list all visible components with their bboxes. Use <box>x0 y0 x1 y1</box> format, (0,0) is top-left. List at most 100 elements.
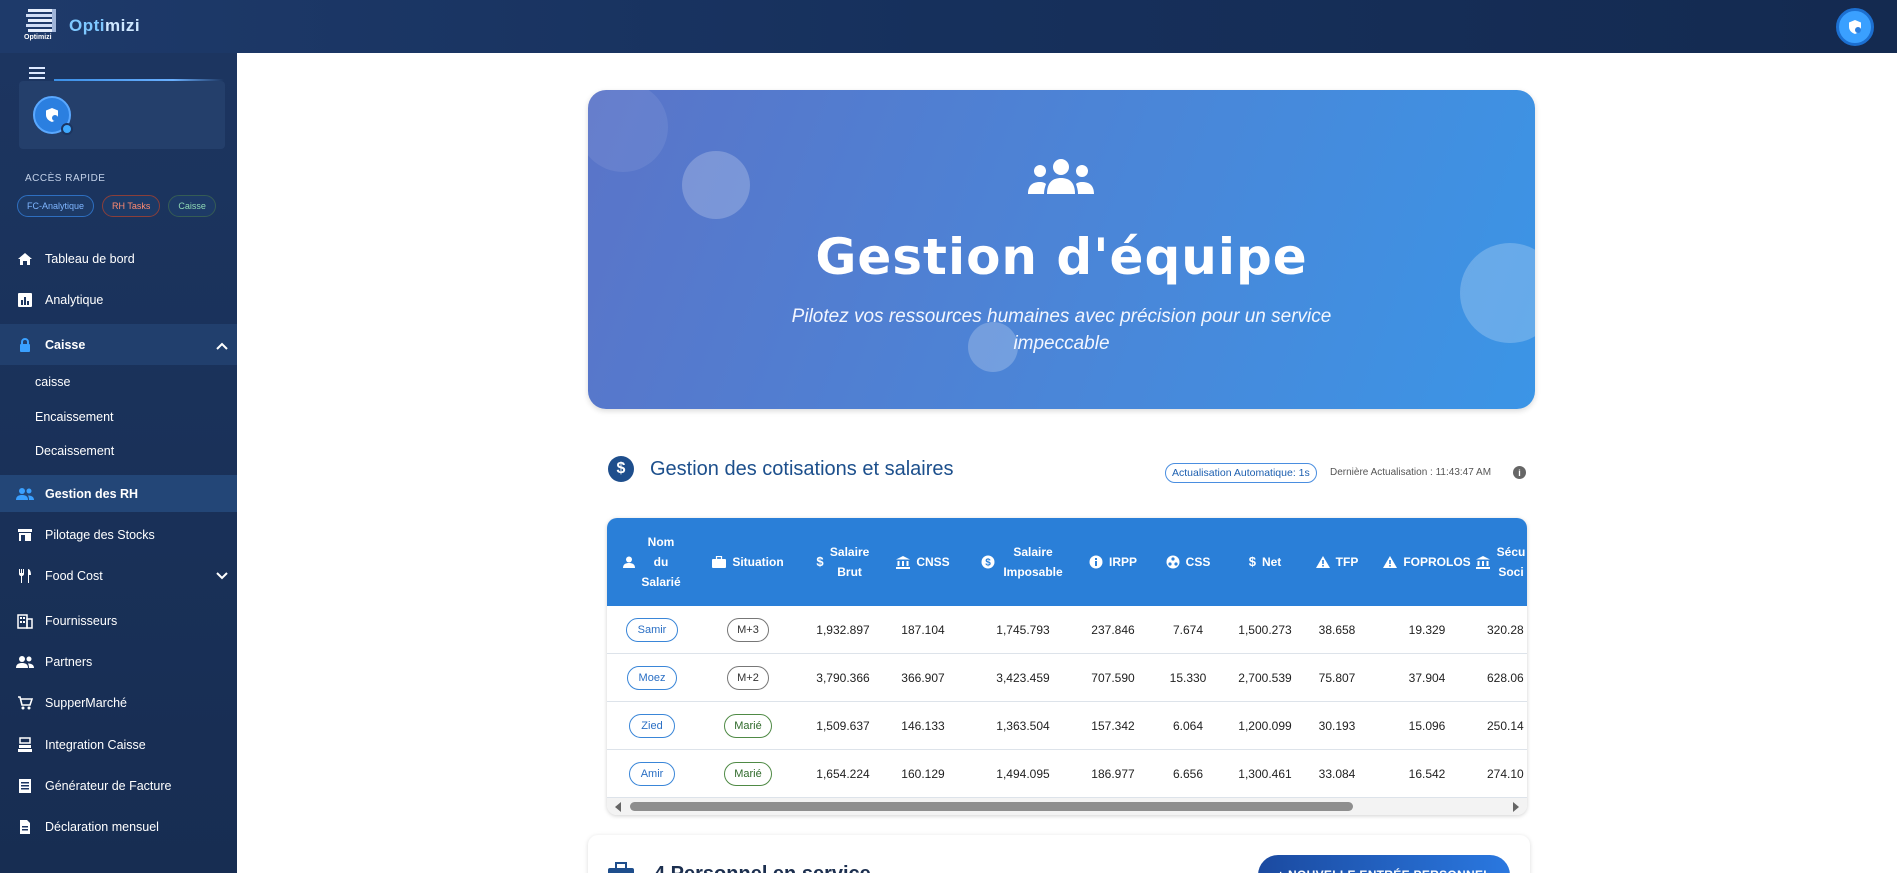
sidebar-item-fournisseurs[interactable]: Fournisseurs <box>0 604 237 638</box>
analytics-icon <box>16 291 34 309</box>
auto-refresh-badge[interactable]: Actualisation Automatique: 1s <box>1165 463 1317 483</box>
scroll-right-icon[interactable] <box>1513 802 1519 812</box>
sidebar-item-label: Gestion des RH <box>45 486 139 501</box>
sidebar-subitem-encaissement[interactable]: Encaissement <box>35 410 114 424</box>
col-header-salaire-brut[interactable]: $ Salaire Brut <box>803 518 883 606</box>
cell-cnss: 366.907 <box>901 671 945 685</box>
situation-pill: M+2 <box>727 666 769 690</box>
sidebar: ACCÈS RAPIDE FC-Analytique RH Tasks Cais… <box>0 53 237 873</box>
cell-imposable: 1,745.793 <box>996 623 1050 637</box>
person-icon <box>623 556 635 568</box>
sidebar-item-partners[interactable]: Partners <box>0 645 237 679</box>
col-header-label: CNSS <box>916 555 950 569</box>
sidebar-item-tableau-de-bord[interactable]: Tableau de bord <box>0 242 237 276</box>
sidebar-item-food-cost[interactable]: Food Cost <box>0 559 237 593</box>
employee-name-pill[interactable]: Zied <box>629 714 675 738</box>
sidebar-item-caisse[interactable]: Caisse <box>0 324 237 365</box>
chevron-down-icon[interactable] <box>216 569 228 583</box>
info-icon[interactable]: i <box>1513 466 1526 479</box>
svg-text:$: $ <box>985 558 991 569</box>
chevron-up-icon[interactable] <box>216 339 228 353</box>
cell-brut: 1,654.224 <box>816 767 870 781</box>
cell-secu: 320.28 <box>1487 623 1524 637</box>
col-header-label: TFP <box>1335 555 1359 569</box>
chip-fc-analytique[interactable]: FC-Analytique <box>17 195 95 217</box>
coin-icon: $ <box>981 555 995 569</box>
document-icon <box>16 818 34 836</box>
chip-caisse[interactable]: Caisse <box>168 195 216 217</box>
decor-bubble <box>682 151 750 219</box>
col-header-tfp[interactable]: TFP <box>1297 518 1377 606</box>
add-personnel-button[interactable]: + NOUVELLE ENTRÉE PERSONNEL <box>1258 855 1510 873</box>
sidebar-item-label: Tableau de bord <box>45 252 135 266</box>
page-title: Gestion d'équipe <box>815 228 1308 286</box>
table-row[interactable]: Amir Marié 1,654.224 160.129 1,494.095 1… <box>607 750 1527 798</box>
brand-part-2: mizi <box>105 16 141 35</box>
status-dot <box>61 123 73 135</box>
col-header-salaire-imposable[interactable]: $ Salaire Imposable <box>968 518 1078 606</box>
cell-net: 2,700.539 <box>1238 671 1292 685</box>
sidebar-item-label: Déclaration mensuel <box>45 820 159 834</box>
cart-icon <box>16 694 34 712</box>
table-row[interactable]: Samir M+3 1,932.897 187.104 1,745.793 23… <box>607 606 1527 654</box>
cell-foprolos: 19.329 <box>1408 623 1446 637</box>
scroll-left-icon[interactable] <box>615 802 621 812</box>
cell-irpp: 237.846 <box>1091 623 1135 637</box>
col-header-label: IRPP <box>1108 555 1137 569</box>
menu-icon[interactable] <box>29 67 45 79</box>
dollar-icon: $ <box>608 456 634 482</box>
sidebar-item-integration-caisse[interactable]: Integration Caisse <box>0 728 237 762</box>
cell-net: 1,200.099 <box>1238 719 1292 733</box>
cell-net: 1,500.273 <box>1238 623 1292 637</box>
col-header-label: Sécu Soci <box>1496 545 1526 579</box>
cell-foprolos: 37.904 <box>1408 671 1446 685</box>
sidebar-item-label: Fournisseurs <box>45 614 118 628</box>
sidebar-item-label: Analytique <box>45 293 104 307</box>
table-row[interactable]: Moez M+2 3,790.366 366.907 3,423.459 707… <box>607 654 1527 702</box>
col-header-cnss[interactable]: CNSS <box>888 518 958 606</box>
briefcase-icon <box>712 556 727 568</box>
cell-foprolos: 16.542 <box>1408 767 1446 781</box>
horizontal-scrollbar[interactable] <box>607 798 1527 815</box>
brand-name[interactable]: Optimizi <box>69 16 140 36</box>
section-title: Gestion des cotisations et salaires <box>650 458 954 480</box>
sidebar-item-declaration-mensuel[interactable]: Déclaration mensuel <box>0 810 237 844</box>
col-header-label: CSS <box>1185 555 1211 569</box>
sidebar-item-pilotage-stocks[interactable]: Pilotage des Stocks <box>0 518 237 552</box>
col-header-foprolos[interactable]: FOPROLOS <box>1367 518 1487 606</box>
page-subtitle: Pilotez vos ressources humaines avec pré… <box>791 306 1332 354</box>
cell-tfp: 75.807 <box>1318 671 1356 685</box>
sidebar-subitem-caisse[interactable]: caisse <box>35 375 70 389</box>
sidebar-item-gestion-rh[interactable]: Gestion des RH <box>0 475 237 512</box>
sidebar-item-label: Partners <box>45 655 93 669</box>
chip-rh-tasks[interactable]: RH Tasks <box>102 195 161 217</box>
quick-access-title: ACCÈS RAPIDE <box>25 173 106 184</box>
col-header-label: Salaire Brut <box>829 545 870 579</box>
sidebar-item-analytique[interactable]: Analytique <box>0 283 237 317</box>
cell-imposable: 3,423.459 <box>996 671 1050 685</box>
people-icon <box>16 653 34 671</box>
employee-name-pill[interactable]: Moez <box>626 666 678 690</box>
cell-irpp: 707.590 <box>1091 671 1135 685</box>
sidebar-item-label: Caisse <box>45 337 86 352</box>
table-row[interactable]: Zied Marié 1,509.637 146.133 1,363.504 1… <box>607 702 1527 750</box>
scrollbar-thumb[interactable] <box>630 802 1353 811</box>
cell-net: 1,300.461 <box>1238 767 1292 781</box>
cell-css: 15.330 <box>1169 671 1207 685</box>
network-icon <box>1166 555 1180 569</box>
user-avatar[interactable] <box>1836 8 1874 46</box>
employee-name-pill[interactable]: Amir <box>628 762 676 786</box>
col-header-net[interactable]: $ Net <box>1225 518 1305 606</box>
sidebar-item-generateur-facture[interactable]: Générateur de Facture <box>0 769 237 803</box>
sidebar-item-suppermarche[interactable]: SupperMarché <box>0 686 237 720</box>
col-header-nom[interactable]: Nom du Salarié <box>617 518 687 606</box>
salary-table: Nom du Salarié Situation $ Salaire Brut … <box>607 518 1527 815</box>
col-header-label: Net <box>1261 555 1282 569</box>
col-header-irpp[interactable]: IRPP <box>1073 518 1153 606</box>
register-icon <box>16 736 34 754</box>
sidebar-subitem-decaissement[interactable]: Decaissement <box>35 444 114 458</box>
col-header-secu[interactable]: Sécu Soci <box>1476 518 1527 606</box>
col-header-situation[interactable]: Situation <box>703 518 793 606</box>
col-header-css[interactable]: CSS <box>1148 518 1228 606</box>
employee-name-pill[interactable]: Samir <box>625 618 679 642</box>
